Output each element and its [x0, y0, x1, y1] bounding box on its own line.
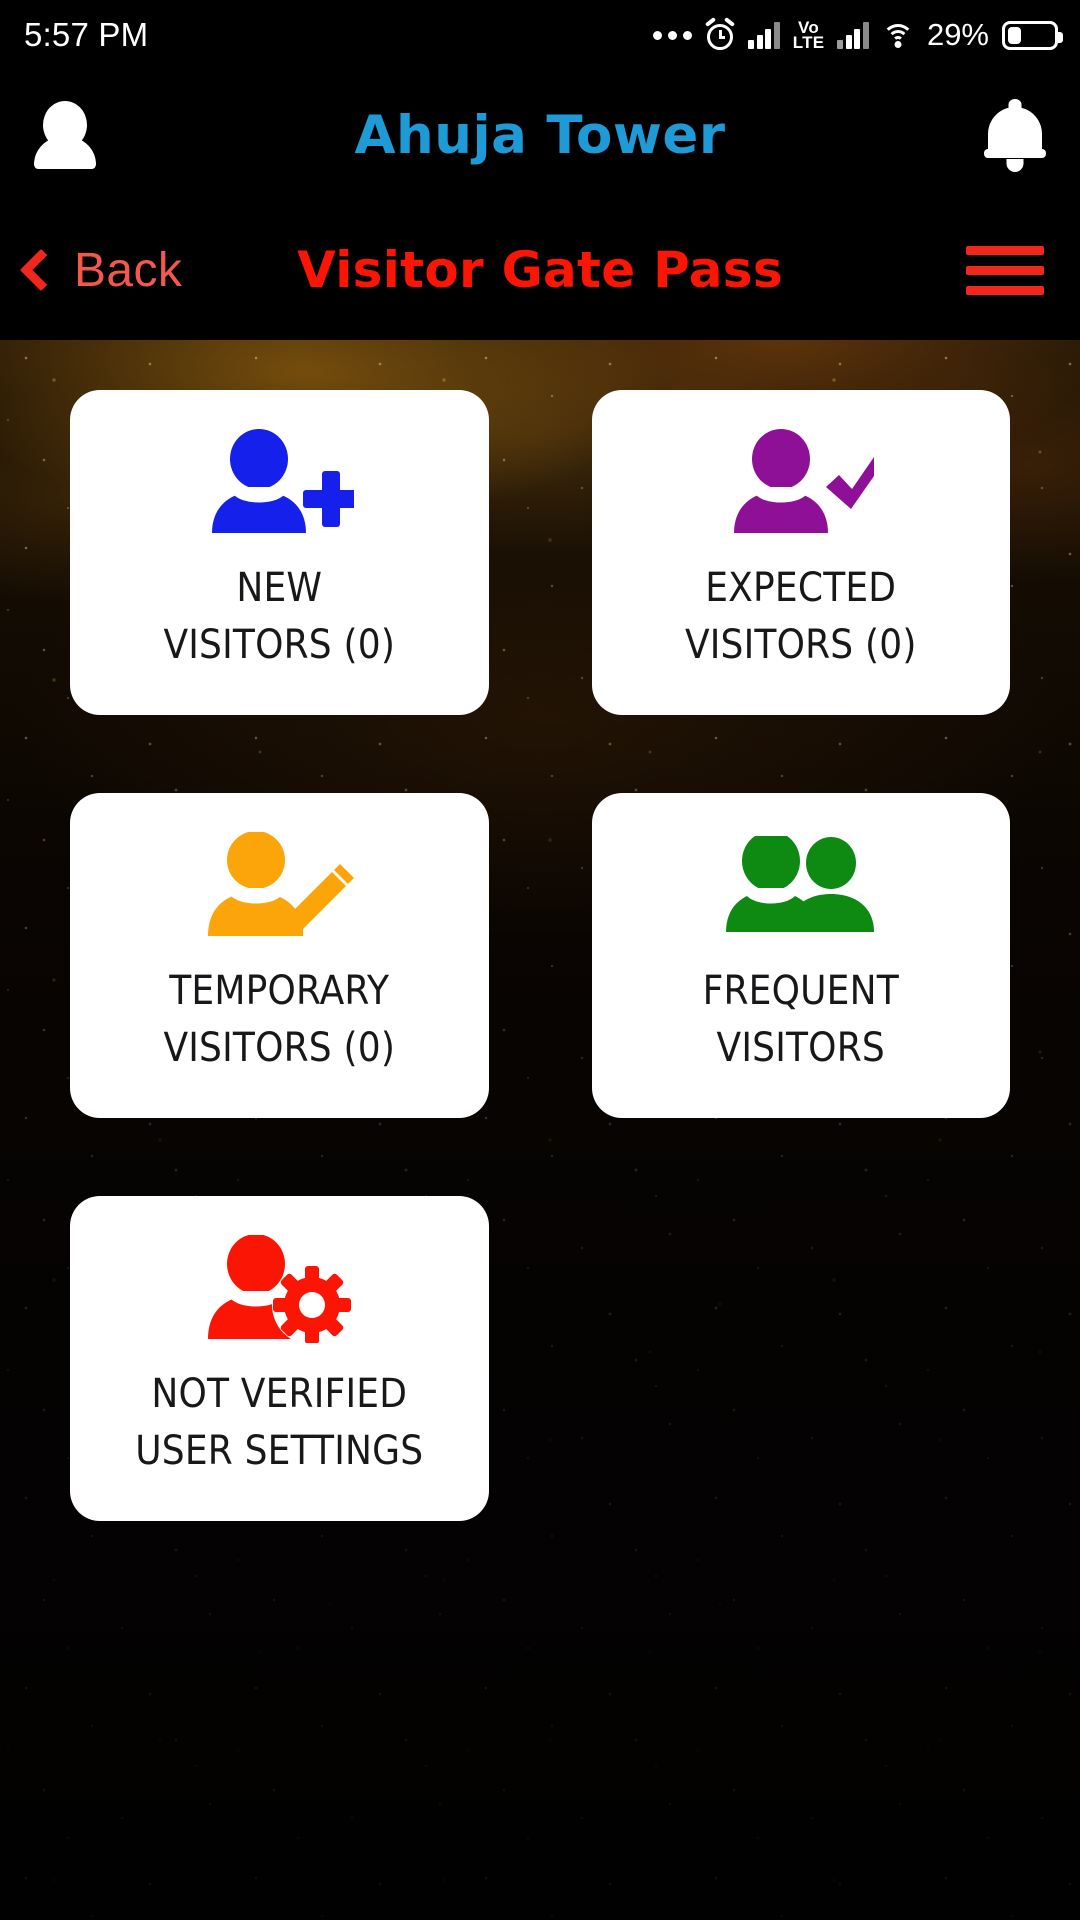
notifications-button[interactable] — [950, 70, 1080, 200]
wifi-icon — [881, 22, 914, 48]
status-bar: 5:57 PM Vo LTE 29% — [0, 0, 1080, 70]
battery-icon — [1002, 20, 1063, 50]
app-bar: Ahuja Tower — [0, 70, 1080, 200]
tile-expected-visitors[interactable]: EXPECTED VISITORS (0) — [591, 390, 1010, 715]
chevron-left-icon — [19, 248, 63, 292]
tile-label-line2: VISITORS (0) — [163, 621, 396, 668]
tile-label-line1: EXPECTED — [705, 564, 897, 611]
tile-label-line2: USER SETTINGS — [135, 1427, 424, 1474]
hamburger-menu-icon — [966, 245, 1044, 255]
people-group-icon — [725, 831, 876, 941]
volte-lte-label: LTE — [792, 33, 825, 52]
tile-label-line1: NEW — [236, 564, 323, 611]
page-title: Ahuja Tower — [354, 104, 726, 166]
tile-label-line1: FREQUENT — [702, 967, 899, 1014]
status-clock: 5:57 PM — [24, 16, 149, 53]
tile-not-verified-user-settings[interactable]: NOT VERIFIED USER SETTINGS — [70, 1196, 489, 1521]
battery-percent-label: 29% — [926, 17, 989, 52]
tile-label: TEMPORARY VISITORS (0) — [163, 963, 395, 1077]
tile-new-visitors[interactable]: NEW VISITORS (0) — [70, 390, 489, 715]
bell-icon — [984, 99, 1046, 172]
tile-label: FREQUENT VISITORS — [703, 963, 899, 1077]
alarm-icon — [705, 17, 736, 50]
tile-temporary-visitors[interactable]: TEMPORARY VISITORS (0) — [70, 793, 489, 1118]
app-screen: 5:57 PM Vo LTE 29% Ahuja Tower Visitor G… — [0, 0, 1080, 1920]
hamburger-menu-button[interactable] — [930, 200, 1080, 340]
hamburger-menu-icon-bar — [966, 265, 1044, 275]
tile-label: EXPECTED VISITORS (0) — [685, 560, 917, 674]
tile-label-line1: NOT VERIFIED — [151, 1370, 408, 1417]
tile-frequent-visitors[interactable]: FREQUENT VISITORS — [591, 793, 1010, 1118]
tile-label-line2: VISITORS (0) — [684, 621, 917, 668]
more-dots-icon — [653, 30, 693, 40]
person-edit-icon — [204, 831, 355, 941]
tile-label: NEW VISITORS (0) — [163, 560, 395, 674]
back-button-label: Back — [74, 243, 183, 297]
profile-button[interactable] — [0, 70, 130, 200]
status-icons: Vo LTE 29% — [653, 17, 1063, 53]
back-button[interactable]: Back — [0, 243, 330, 298]
tile-label-line2: VISITORS — [716, 1024, 885, 1071]
person-check-icon — [726, 428, 876, 538]
sub-header-bar: Visitor Gate Pass Back — [0, 200, 1080, 340]
tile-label: NOT VERIFIED USER SETTINGS — [135, 1366, 423, 1480]
tile-label-line2: VISITORS (0) — [163, 1024, 396, 1071]
content-area: NEW VISITORS (0) EXPECTED VISITORS (0) T… — [0, 340, 1080, 1920]
signal-icon-secondary — [837, 21, 869, 49]
tile-grid: NEW VISITORS (0) EXPECTED VISITORS (0) T… — [0, 340, 1080, 1521]
person-icon — [34, 101, 96, 169]
hamburger-menu-icon-bar — [966, 285, 1044, 295]
tile-label-line1: TEMPORARY — [169, 967, 390, 1014]
volte-icon: Vo LTE — [792, 19, 825, 52]
signal-icon — [748, 21, 780, 49]
person-add-icon — [204, 428, 355, 538]
person-gear-icon — [204, 1234, 354, 1344]
